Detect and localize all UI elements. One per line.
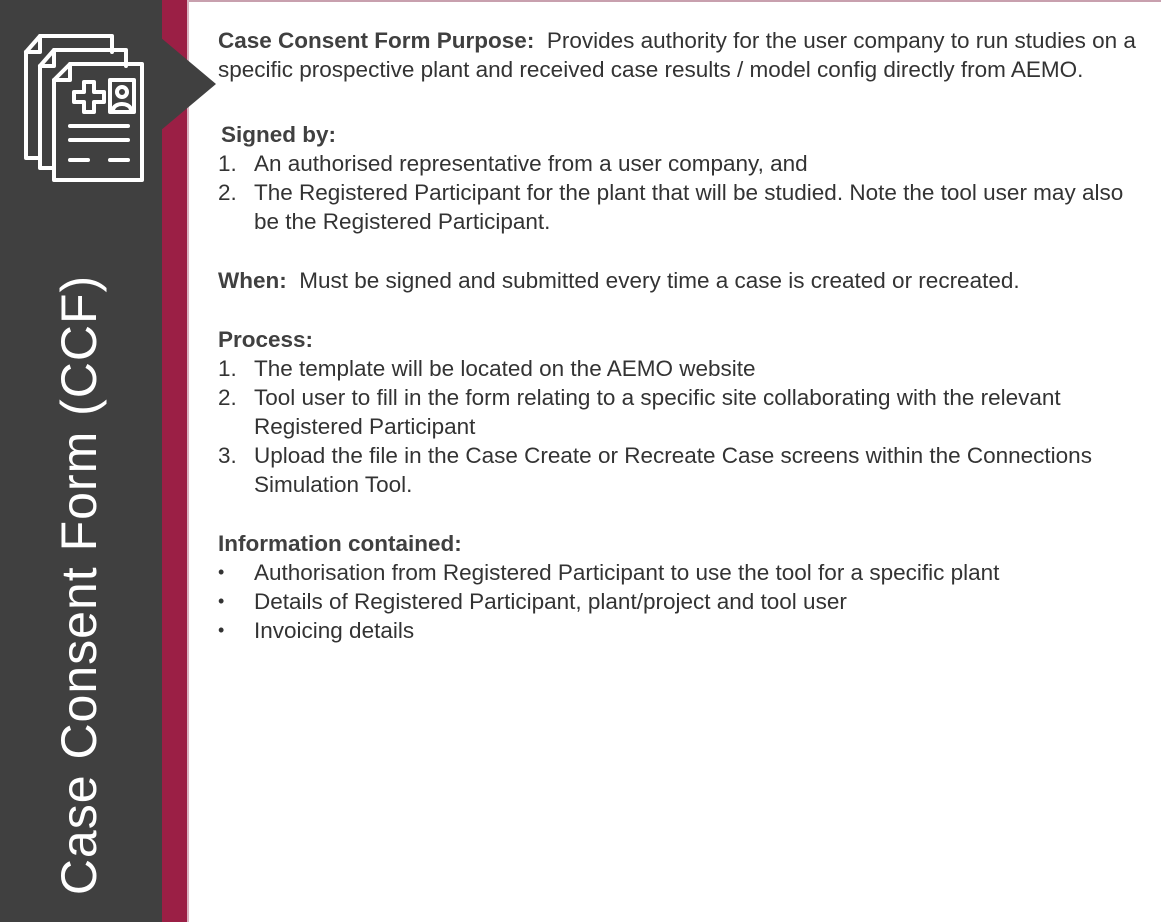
pointer-arrow [160,37,216,131]
when-label: When: [218,268,287,293]
purpose-label: Case Consent Form Purpose: [218,28,535,53]
list-item: • Invoicing details [218,616,1148,645]
list-item-text: Authorisation from Registered Participan… [254,560,1000,585]
bullet-marker: • [218,591,225,611]
information-list: • Authorisation from Registered Particip… [218,558,1148,645]
list-item: 3. Upload the file in the Case Create or… [218,441,1148,499]
medical-forms-icon [0,0,162,182]
list-item: • Details of Registered Participant, pla… [218,587,1148,616]
when-text: Must be signed and submitted every time … [299,268,1020,293]
information-label: Information contained: [218,531,462,556]
list-item-text: Invoicing details [254,618,415,643]
purpose-paragraph: Case Consent Form Purpose: Provides auth… [218,26,1148,84]
list-item-text: Upload the file in the Case Create or Re… [254,443,1092,497]
list-item-text: An authorised representative from a user… [254,151,808,176]
process-label: Process: [218,327,314,352]
accent-strip [162,0,187,922]
list-marker: 1. [218,151,237,176]
list-marker: 1. [218,356,237,381]
list-marker: 2. [218,180,237,205]
when-paragraph: When: Must be signed and submitted every… [218,266,1148,295]
list-marker: 3. [218,443,237,468]
list-item: • Authorisation from Registered Particip… [218,558,1148,587]
bullet-marker: • [218,620,225,640]
list-item: 1. An authorised representative from a u… [218,149,1148,178]
list-marker: 2. [218,385,237,410]
content-area: Case Consent Form Purpose: Provides auth… [218,26,1148,645]
bullet-marker: • [218,562,225,582]
process-list: 1. The template will be located on the A… [218,354,1148,499]
list-item-text: The Registered Participant for the plant… [254,180,1124,234]
list-item-text: Tool user to fill in the form relating t… [254,385,1061,439]
list-item: 1. The template will be located on the A… [218,354,1148,383]
accent-edge [187,0,189,922]
sidebar-title: Case Consent Form (CCF) [51,274,107,896]
list-item-text: Details of Registered Participant, plant… [254,589,847,614]
signed-by-list: 1. An authorised representative from a u… [218,149,1148,236]
list-item: 2. The Registered Participant for the pl… [218,178,1148,236]
signed-by-label: Signed by: [221,122,337,147]
slide: Case Consent Form (CCF) Case Consent For… [0,0,1161,922]
list-item-text: The template will be located on the AEMO… [254,356,756,381]
list-item: 2. Tool user to fill in the form relatin… [218,383,1148,441]
